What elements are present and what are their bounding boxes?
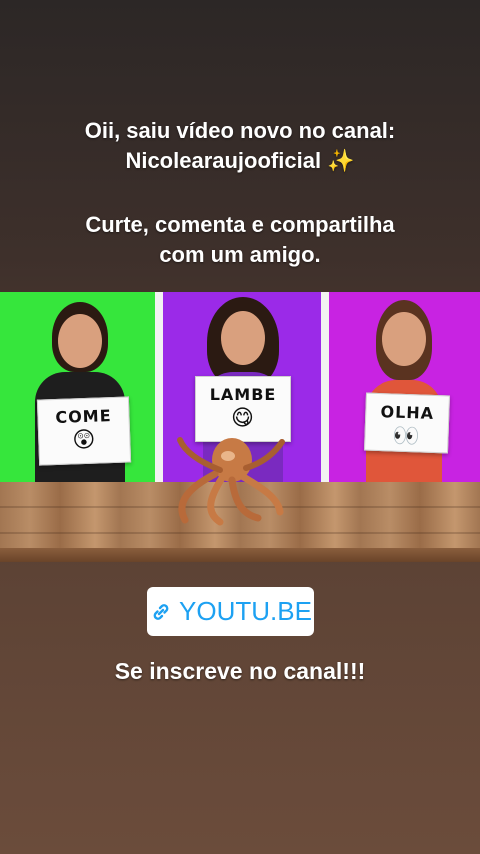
divider xyxy=(321,292,329,492)
panel-green: COME 😲 xyxy=(0,292,155,492)
link-label: YOUTU.BE xyxy=(179,596,312,626)
link-sticker[interactable]: YOUTU.BE xyxy=(147,587,314,636)
sign-word: OLHA xyxy=(380,402,435,423)
video-thumbnail: COME 😲 LAMBE 😋 OLHA 👀 xyxy=(0,292,480,562)
story-caption-bottom: Curte, comenta e compartilha com um amig… xyxy=(0,210,480,270)
subscribe-text: Se inscreve no canal!!! xyxy=(114,658,366,684)
caption-line-1: Oii, saiu vídeo novo no canal: xyxy=(84,118,396,143)
caption-line-4: com um amigo. xyxy=(159,242,321,267)
link-icon xyxy=(153,603,169,620)
caption-line-3: Curte, comenta e compartilha xyxy=(85,212,395,237)
sign-come: COME 😲 xyxy=(36,396,132,466)
sign-word: LAMBE xyxy=(209,385,277,404)
panel-magenta: OLHA 👀 xyxy=(329,292,480,492)
yum-emoji-icon: 😋 xyxy=(231,406,255,431)
sign-word: COME xyxy=(55,406,112,427)
astonished-emoji-icon: 😲 xyxy=(71,427,97,454)
caption-line-2: Nicolearaujooficial ✨ xyxy=(125,148,355,173)
eyes-emoji-icon: 👀 xyxy=(391,423,422,450)
story-caption-top: Oii, saiu vídeo novo no canal: Nicoleara… xyxy=(0,116,480,176)
divider xyxy=(155,292,163,492)
sign-olha: OLHA 👀 xyxy=(364,392,450,454)
octopus-icon xyxy=(177,437,285,526)
